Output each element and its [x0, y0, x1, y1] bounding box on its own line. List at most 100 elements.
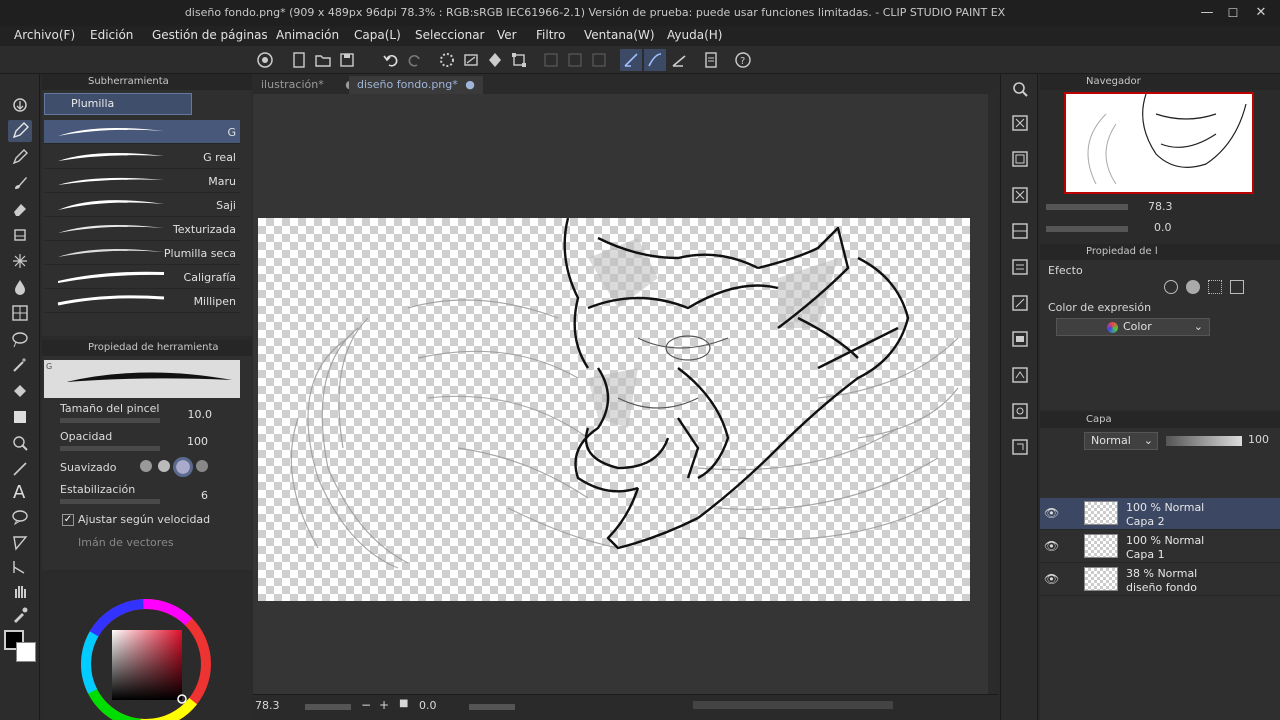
brush-maru[interactable]: Maru [44, 169, 240, 193]
navigator-rotation-value[interactable]: 0.0 [1154, 221, 1172, 234]
gradient-tool-icon[interactable] [8, 406, 32, 428]
panel-icon-1[interactable] [1009, 112, 1031, 134]
eraser-tool-icon[interactable] [8, 198, 32, 220]
pen-tool-icon[interactable] [8, 120, 32, 142]
panel-icon-7[interactable] [1009, 328, 1031, 350]
line-tool-icon[interactable] [8, 458, 32, 480]
search-icon[interactable] [1009, 78, 1031, 100]
undo-icon[interactable] [380, 49, 402, 71]
blend-mode-dropdown[interactable]: Normal ⌄ [1084, 432, 1158, 450]
menu-layer[interactable]: Capa(L) [354, 28, 401, 42]
brush-caligrafia[interactable]: Caligrafía [44, 265, 240, 289]
brush-texturizada[interactable]: Texturizada [44, 217, 240, 241]
layer-row[interactable]: 👁 100 % Normal Capa 2 [1040, 498, 1280, 530]
maximize-button[interactable]: ☐ [1222, 3, 1244, 23]
help-icon[interactable]: ? [732, 49, 754, 71]
expression-color-dropdown[interactable]: Color ⌄ [1056, 318, 1210, 336]
visibility-eye-icon[interactable]: 👁 [1044, 506, 1059, 520]
frame-tool-icon[interactable] [8, 302, 32, 324]
horizontal-scrollbar[interactable] [693, 701, 893, 709]
eyedropper-tool-icon[interactable] [8, 604, 32, 626]
snap-special-ruler-icon[interactable] [644, 49, 666, 71]
ruler-tool-icon[interactable] [8, 532, 32, 554]
layer-row[interactable]: 👁 38 % Normal diseño fondo [1040, 564, 1280, 596]
panel-icon-3[interactable] [1009, 184, 1031, 206]
menu-file[interactable]: Archivo(F) [14, 28, 75, 42]
zoom-in-icon[interactable]: + [379, 698, 389, 712]
brush-plumilla-seca[interactable]: Plumilla seca [44, 241, 240, 265]
tab-ilustracion[interactable]: ilustración* ● [253, 76, 363, 94]
transform-icon[interactable] [508, 49, 530, 71]
minimize-button[interactable]: — [1196, 3, 1218, 23]
snap-ruler-icon[interactable] [620, 49, 642, 71]
menu-edit[interactable]: Edición [90, 28, 133, 42]
stabilization-value[interactable]: 6 [188, 489, 208, 502]
navigator-zoom-value[interactable]: 78.3 [1148, 200, 1173, 213]
navigator-preview[interactable] [1064, 92, 1254, 194]
visibility-eye-icon[interactable]: 👁 [1044, 539, 1059, 553]
menu-view[interactable]: Ver [497, 28, 517, 42]
rotation-slider[interactable] [469, 704, 515, 710]
selection-crop-icon[interactable] [540, 49, 562, 71]
sub-color-swatch[interactable] [16, 642, 36, 662]
color-wheel[interactable] [76, 592, 216, 720]
menu-window[interactable]: Ventana(W) [584, 28, 655, 42]
layer-opacity-value[interactable]: 100 [1248, 433, 1269, 446]
panel-icon-9[interactable] [1009, 400, 1031, 422]
decoration-tool-icon[interactable] [8, 250, 32, 272]
loading-icon[interactable] [436, 49, 458, 71]
menu-pages[interactable]: Gestión de páginas [152, 28, 268, 42]
menu-select[interactable]: Seleccionar [415, 28, 484, 42]
panel-icon-6[interactable] [1009, 292, 1031, 314]
clip-studio-icon[interactable] [254, 49, 276, 71]
text-tool-icon[interactable]: A [8, 480, 32, 502]
airbrush-tool-icon[interactable] [8, 276, 32, 298]
stabilization-slider[interactable] [60, 499, 160, 504]
zoom-slider[interactable] [305, 704, 351, 710]
adjust-speed-checkbox[interactable]: ✓ [62, 514, 74, 526]
brush-tool-icon[interactable] [8, 172, 32, 194]
panel-icon-10[interactable] [1009, 436, 1031, 458]
save-icon[interactable] [336, 49, 358, 71]
opacity-value[interactable]: 100 [178, 435, 208, 448]
clear-icon[interactable] [460, 49, 482, 71]
correct-line-icon[interactable] [8, 556, 32, 578]
balloon-tool-icon[interactable] [8, 506, 32, 528]
canvas-vertical-scrollbar[interactable] [988, 94, 998, 694]
menu-animation[interactable]: Animación [276, 28, 339, 42]
drawing-canvas[interactable] [258, 218, 970, 601]
panel-icon-4[interactable] [1009, 220, 1031, 242]
redo-icon[interactable] [404, 49, 426, 71]
fill-icon[interactable] [484, 49, 506, 71]
magic-wand-icon[interactable] [8, 354, 32, 376]
hand-tool-icon[interactable] [8, 580, 32, 602]
smoothing-options[interactable] [140, 457, 220, 477]
brush-size-value[interactable]: 10.0 [178, 408, 213, 421]
brush-g[interactable]: G [44, 120, 240, 144]
navigator-rotation-slider[interactable] [1046, 226, 1128, 232]
blend-tool-icon[interactable] [8, 224, 32, 246]
stop-icon[interactable]: ■ [399, 698, 408, 709]
fill-tool-icon[interactable] [8, 380, 32, 402]
rotation-value[interactable]: 0.0 [419, 699, 437, 712]
layer-row[interactable]: 👁 100 % Normal Capa 1 [1040, 531, 1280, 563]
operation-tool-icon[interactable] [8, 432, 32, 454]
brush-millipen[interactable]: Millipen [44, 289, 240, 313]
zoom-value[interactable]: 78.3 [255, 699, 280, 712]
lasso-tool-icon[interactable] [8, 328, 32, 350]
menu-filter[interactable]: Filtro [536, 28, 565, 42]
subtool-group-plumilla[interactable]: Plumilla [44, 93, 192, 115]
zoom-out-icon[interactable]: − [361, 698, 371, 712]
panel-icon-2[interactable] [1009, 148, 1031, 170]
navigator-zoom-slider[interactable] [1046, 204, 1128, 210]
selection-tool-icon[interactable] [564, 49, 586, 71]
new-file-icon[interactable] [288, 49, 310, 71]
pencil-tool-icon[interactable] [8, 146, 32, 168]
brush-saji[interactable]: Saji [44, 193, 240, 217]
tab-diseno-fondo[interactable]: diseño fondo.png* ● [349, 76, 483, 94]
close-button[interactable]: ✕ [1250, 3, 1272, 23]
zoom-tool-icon[interactable] [8, 94, 32, 116]
selection-mode-icon[interactable] [588, 49, 610, 71]
visibility-eye-icon[interactable]: 👁 [1044, 572, 1059, 586]
menu-help[interactable]: Ayuda(H) [667, 28, 722, 42]
